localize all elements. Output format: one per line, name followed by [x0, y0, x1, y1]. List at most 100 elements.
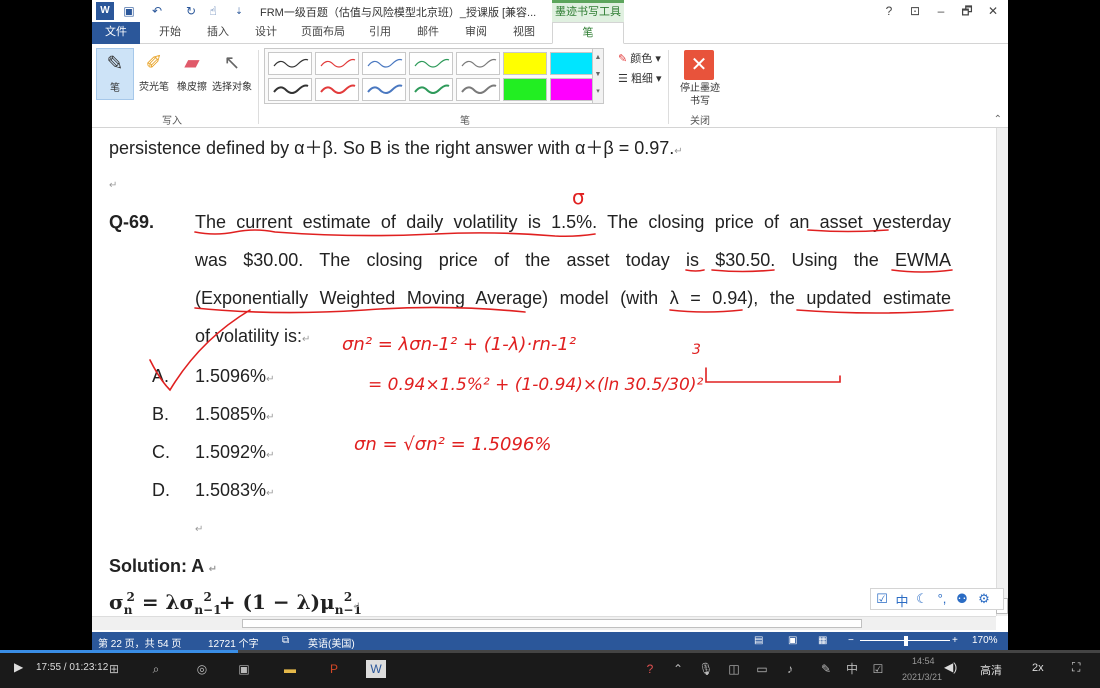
color-dropdown[interactable]: ✎ 颜色 ▾ [618, 50, 661, 66]
undo-icon[interactable]: ↶ [148, 2, 166, 20]
collapse-ribbon-icon[interactable]: ⌃ [994, 114, 1002, 125]
help-icon[interactable]: ? [640, 660, 660, 678]
close-button[interactable]: ✕ [982, 2, 1004, 20]
tab-view[interactable]: 视图 [504, 22, 544, 44]
proofing-icon[interactable]: ⧉ [282, 635, 289, 646]
pen-swatch[interactable] [315, 78, 359, 101]
language-indicator[interactable]: 英语(美国) [308, 635, 355, 650]
redo-icon[interactable]: ↻ [182, 2, 200, 20]
ribbon-display-button[interactable]: ⊡ [904, 2, 926, 20]
fullscreen-icon[interactable]: ⛶ [1072, 660, 1080, 675]
highlighter-tool-label: 荧光笔 [139, 82, 169, 93]
web-layout-icon[interactable]: ▦ [818, 635, 827, 646]
option-text: 1.5085% [195, 404, 267, 424]
pen-swatch[interactable] [362, 78, 406, 101]
pen-swatch[interactable] [503, 78, 547, 101]
eraser-icon: ▰ [184, 52, 200, 74]
ime-indicator[interactable]: 中 [842, 660, 862, 678]
zoom-in-icon[interactable]: + [952, 635, 958, 646]
tab-mailings[interactable]: 邮件 [408, 22, 448, 44]
pen-swatch[interactable] [268, 78, 312, 101]
eraser-tool-label: 橡皮擦 [177, 82, 207, 93]
clock-date: 2021/3/21 [902, 672, 943, 682]
document-title: FRM一级百题（估值与风险模型北京班）_授课版 [兼容... [260, 7, 537, 19]
tab-file[interactable]: 文件 [92, 22, 140, 44]
select-objects-button[interactable]: ↖ 选择对象 [210, 48, 254, 100]
zoom-slider-thumb[interactable] [904, 636, 908, 646]
touch-mode-icon[interactable]: ☝ [204, 2, 222, 20]
powerpoint-icon[interactable]: P [324, 660, 344, 678]
pen-swatch[interactable] [550, 52, 594, 75]
pen-swatch[interactable] [456, 78, 500, 101]
word-count[interactable]: 12721 个字 [208, 635, 259, 650]
punctuation-icon[interactable]: °, [933, 591, 951, 606]
ime-chinese-mode[interactable]: 中 [893, 591, 911, 610]
pen-swatch[interactable] [550, 78, 594, 101]
pen-swatch[interactable] [503, 52, 547, 75]
app-icon[interactable]: ◎ [192, 660, 212, 678]
pen-icon[interactable]: ✎ [816, 660, 836, 678]
vertical-scrollbar[interactable] [996, 128, 1008, 616]
zoom-out-icon[interactable]: − [848, 635, 854, 646]
help-button[interactable]: ? [878, 2, 900, 20]
group-write-label: 写入 [162, 116, 182, 127]
print-layout-icon[interactable]: ▣ [788, 635, 797, 646]
weight-dropdown[interactable]: ☰ 粗细 ▾ [618, 70, 662, 86]
moon-icon[interactable]: ☾ [913, 591, 931, 607]
pen-swatch[interactable] [315, 52, 359, 75]
word-taskbar-icon[interactable]: W [366, 660, 386, 678]
option-d: D. [152, 480, 170, 501]
pen-swatch[interactable] [268, 52, 312, 75]
horizontal-scroll-thumb[interactable] [242, 619, 862, 628]
save-icon[interactable]: ▣ [120, 2, 138, 20]
folder-icon[interactable]: ▬ [280, 660, 300, 678]
chevron-up-icon[interactable]: ⌃ [668, 660, 688, 678]
app-icon[interactable]: ◫ [724, 660, 744, 678]
tab-review[interactable]: 审阅 [456, 22, 496, 44]
eraser-tool-button[interactable]: ▰ 橡皮擦 [172, 48, 212, 100]
microphone-icon[interactable]: 🎙 [696, 660, 716, 678]
pen-swatch[interactable] [456, 52, 500, 75]
quality-button[interactable]: 高清 [980, 662, 1002, 678]
highlighter-tool-button[interactable]: ✐ 荧光笔 [134, 48, 174, 100]
pen-swatch[interactable] [362, 52, 406, 75]
stop-inking-label: 停止墨迹书写 [680, 83, 720, 107]
tab-home[interactable]: 开始 [150, 22, 190, 44]
horizontal-scrollbar[interactable] [92, 616, 996, 630]
tab-insert[interactable]: 插入 [198, 22, 238, 44]
gear-icon[interactable]: ⚙ [975, 591, 993, 607]
pen-swatch[interactable] [409, 78, 453, 101]
tab-pen[interactable]: 笔 [552, 22, 624, 44]
option-b-value: 1.5085%↵ [195, 404, 275, 424]
previous-paragraph: persistence defined by α＋β. So B is the … [109, 138, 683, 158]
page-count[interactable]: 第 22 页，共 54 页 [98, 635, 181, 650]
user-icon[interactable]: ⚉ [953, 591, 971, 607]
ime-settings-icon[interactable]: ☑ [873, 591, 891, 607]
pen-swatch[interactable] [409, 52, 453, 75]
action-center-icon[interactable]: ☑ [868, 660, 888, 678]
zoom-level[interactable]: 170% [972, 635, 998, 646]
restore-button[interactable]: 🗗 [956, 2, 978, 20]
minimize-button[interactable]: – [930, 2, 952, 20]
customize-toolbar-icon[interactable]: ⇣ [230, 2, 248, 20]
tab-design[interactable]: 设计 [246, 22, 286, 44]
status-bar: 第 22 页，共 54 页 12721 个字 ⧉ 英语(美国) ▤ ▣ ▦ − … [92, 632, 1008, 650]
stop-inking-button[interactable]: ✕ [684, 50, 714, 80]
volume-icon[interactable]: ♪ [780, 660, 800, 678]
search-icon[interactable]: ⌕ [146, 660, 166, 678]
tab-page-layout[interactable]: 页面布局 [296, 22, 350, 44]
tab-references[interactable]: 引用 [360, 22, 400, 44]
read-mode-icon[interactable]: ▤ [754, 635, 763, 646]
group-close-label: 关闭 [690, 116, 710, 127]
volume-icon[interactable]: ◀) [944, 660, 957, 674]
speed-button[interactable]: 2x [1032, 662, 1044, 674]
title-bar: W ▣ ↶ ↻ ☝ ⇣ FRM一级百题（估值与风险模型北京班）_授课版 [兼容.… [92, 0, 1008, 22]
windows-start-icon[interactable]: ⊞ [104, 660, 124, 678]
network-icon[interactable]: ▭ [752, 660, 772, 678]
option-text: 1.5083% [195, 480, 267, 500]
gallery-scroll[interactable]: ▲ ▼ ▾ [592, 49, 603, 103]
app-icon[interactable]: ▣ [234, 660, 254, 678]
pen-tool-button[interactable]: ✎ 笔 [96, 48, 134, 100]
document-page[interactable]: persistence defined by α＋β. So B is the … [92, 128, 996, 616]
play-icon[interactable]: ▶ [14, 660, 23, 674]
